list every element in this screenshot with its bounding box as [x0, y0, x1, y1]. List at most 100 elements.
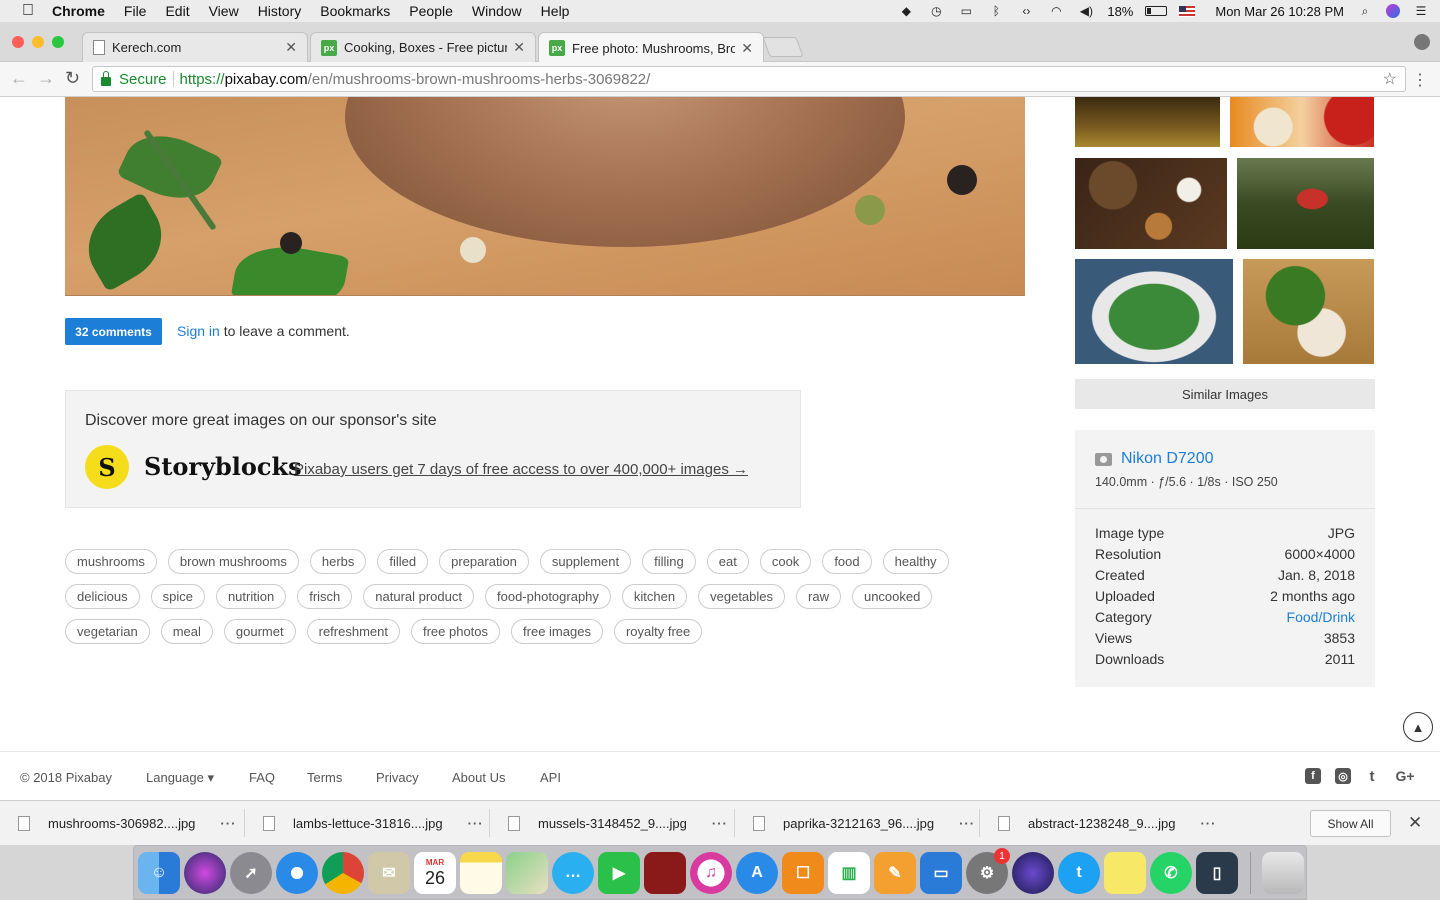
chrome-menu-icon[interactable]: ⋮: [1412, 70, 1428, 90]
footer-link-api[interactable]: API: [540, 770, 561, 785]
messages-icon[interactable]: …: [552, 852, 594, 894]
tag-preparation[interactable]: preparation: [439, 549, 529, 574]
tag-free-photos[interactable]: free photos: [410, 619, 501, 644]
siri-icon[interactable]: [1386, 4, 1400, 18]
window-close-button[interactable]: [12, 36, 24, 48]
tag-filling[interactable]: filling: [642, 549, 696, 574]
apple-icon[interactable]: : [22, 3, 38, 19]
trash-icon[interactable]: [1262, 852, 1304, 894]
show-all-downloads-button[interactable]: Show All: [1310, 810, 1391, 837]
maps-icon[interactable]: [506, 852, 548, 894]
forward-arrow-icon[interactable]: →: [37, 68, 55, 89]
android-studio-icon[interactable]: ▯: [1196, 852, 1238, 894]
instagram-icon[interactable]: ◎: [1335, 768, 1351, 784]
tag-herbs[interactable]: herbs: [309, 549, 367, 574]
footer-link-privacy[interactable]: Privacy: [376, 770, 419, 785]
tag-vegetables[interactable]: vegetables: [698, 584, 786, 609]
menu-view[interactable]: View: [209, 3, 239, 19]
tag-filled[interactable]: filled: [377, 549, 429, 574]
similar-thumbnail[interactable]: [1230, 97, 1374, 147]
signin-link[interactable]: Sign in: [177, 323, 220, 339]
tag-brown-mushrooms[interactable]: brown mushrooms: [167, 549, 299, 574]
download-menu-icon[interactable]: ···: [1200, 816, 1216, 831]
tag-nutrition[interactable]: nutrition: [215, 584, 287, 609]
numbers-icon[interactable]: ▥: [828, 852, 870, 894]
menu-edit[interactable]: Edit: [165, 3, 189, 19]
profile-icon[interactable]: [1414, 34, 1430, 50]
twitter-icon[interactable]: t: [1364, 768, 1380, 785]
secure-label[interactable]: Secure: [119, 71, 167, 88]
tab-kerech[interactable]: Kerech.com ✕: [82, 32, 308, 62]
menu-history[interactable]: History: [258, 3, 302, 19]
tag-uncooked[interactable]: uncooked: [851, 584, 933, 609]
tag-healthy[interactable]: healthy: [882, 549, 949, 574]
photo-booth-icon[interactable]: [644, 852, 686, 894]
download-item[interactable]: paprika-3212163_96....jpg ···: [753, 801, 975, 846]
google-plus-icon[interactable]: G+: [1394, 768, 1416, 784]
footer-link-about[interactable]: About Us: [452, 770, 505, 785]
tag-eat[interactable]: eat: [706, 549, 749, 574]
menu-app-name[interactable]: Chrome: [52, 3, 105, 19]
menubar-clock[interactable]: Mon Mar 26 10:28 PM: [1215, 4, 1344, 19]
download-item[interactable]: lambs-lettuce-31816....jpg ···: [263, 801, 484, 846]
menu-people[interactable]: People: [409, 3, 453, 19]
battery-percent[interactable]: 18%: [1107, 4, 1133, 19]
facebook-icon[interactable]: f: [1305, 768, 1321, 784]
main-photo[interactable]: [65, 97, 1025, 296]
tag-meal[interactable]: meal: [160, 619, 213, 644]
app-store-icon[interactable]: A: [736, 852, 778, 894]
similar-thumbnail[interactable]: [1243, 259, 1374, 364]
launchpad-icon[interactable]: ➚: [230, 852, 272, 894]
download-menu-icon[interactable]: ···: [712, 816, 728, 831]
menu-file[interactable]: File: [124, 3, 147, 19]
time-machine-icon[interactable]: ◷: [927, 4, 945, 18]
tab-close-icon[interactable]: ✕: [741, 40, 753, 57]
tag-food-photography[interactable]: food-photography: [485, 584, 611, 609]
facetime-icon[interactable]: ▶: [598, 852, 640, 894]
download-menu-icon[interactable]: ···: [959, 816, 975, 831]
similar-thumbnail[interactable]: [1075, 158, 1227, 249]
reload-icon[interactable]: ↻: [65, 68, 80, 89]
similar-thumbnail[interactable]: [1075, 97, 1220, 147]
spotlight-search-icon[interactable]: ⌕: [1356, 4, 1374, 18]
similar-thumbnail[interactable]: [1237, 158, 1374, 249]
download-item[interactable]: mussels-3148452_9....jpg ···: [508, 801, 728, 846]
tab-close-icon[interactable]: ✕: [285, 39, 297, 56]
airplay-icon[interactable]: ▭: [957, 4, 975, 18]
window-minimize-button[interactable]: [32, 36, 44, 48]
pages-icon[interactable]: ✎: [874, 852, 916, 894]
battery-icon[interactable]: [1145, 6, 1168, 16]
tab-free-photo-mushrooms[interactable]: px Free photo: Mushrooms, Brown ✕: [538, 32, 764, 63]
eclipse-icon[interactable]: [1012, 852, 1054, 894]
dropbox-icon[interactable]: ◆: [897, 4, 915, 18]
back-arrow-icon[interactable]: ←: [10, 68, 28, 89]
mail-icon[interactable]: ✉: [368, 852, 410, 894]
download-item[interactable]: mushrooms-306982....jpg ···: [18, 801, 236, 846]
tag-kitchen[interactable]: kitchen: [621, 584, 688, 609]
siri-dock-icon[interactable]: [184, 852, 226, 894]
notes-icon[interactable]: [460, 852, 502, 894]
itunes-icon[interactable]: ♫: [690, 852, 732, 894]
tag-mushrooms[interactable]: mushrooms: [65, 549, 157, 574]
tag-refreshment[interactable]: refreshment: [306, 619, 400, 644]
keynote-icon[interactable]: ▭: [920, 852, 962, 894]
tag-free-images[interactable]: free images: [511, 619, 603, 644]
chrome-icon[interactable]: [322, 852, 364, 894]
tab-cooking-boxes[interactable]: px Cooking, Boxes - Free pictures ✕: [310, 32, 536, 62]
footer-language-dropdown[interactable]: Language ▾: [146, 770, 214, 786]
scroll-to-top-icon[interactable]: ▲: [1403, 712, 1433, 742]
footer-link-faq[interactable]: FAQ: [249, 770, 275, 785]
download-menu-icon[interactable]: ···: [220, 816, 236, 831]
twitter-dock-icon[interactable]: t: [1058, 852, 1100, 894]
bookmark-star-icon[interactable]: ☆: [1383, 69, 1397, 89]
whatsapp-icon[interactable]: ✆: [1150, 852, 1192, 894]
tag-food[interactable]: food: [822, 549, 872, 574]
new-tab-button[interactable]: [762, 37, 804, 57]
safari-icon[interactable]: [276, 852, 318, 894]
category-link[interactable]: Food/Drink: [1287, 609, 1355, 630]
window-zoom-button[interactable]: [52, 36, 64, 48]
tag-delicious[interactable]: delicious: [65, 584, 140, 609]
input-source-flag-icon[interactable]: [1179, 5, 1196, 17]
volume-icon[interactable]: ◀): [1077, 4, 1095, 18]
notification-center-icon[interactable]: ☰: [1412, 4, 1430, 18]
